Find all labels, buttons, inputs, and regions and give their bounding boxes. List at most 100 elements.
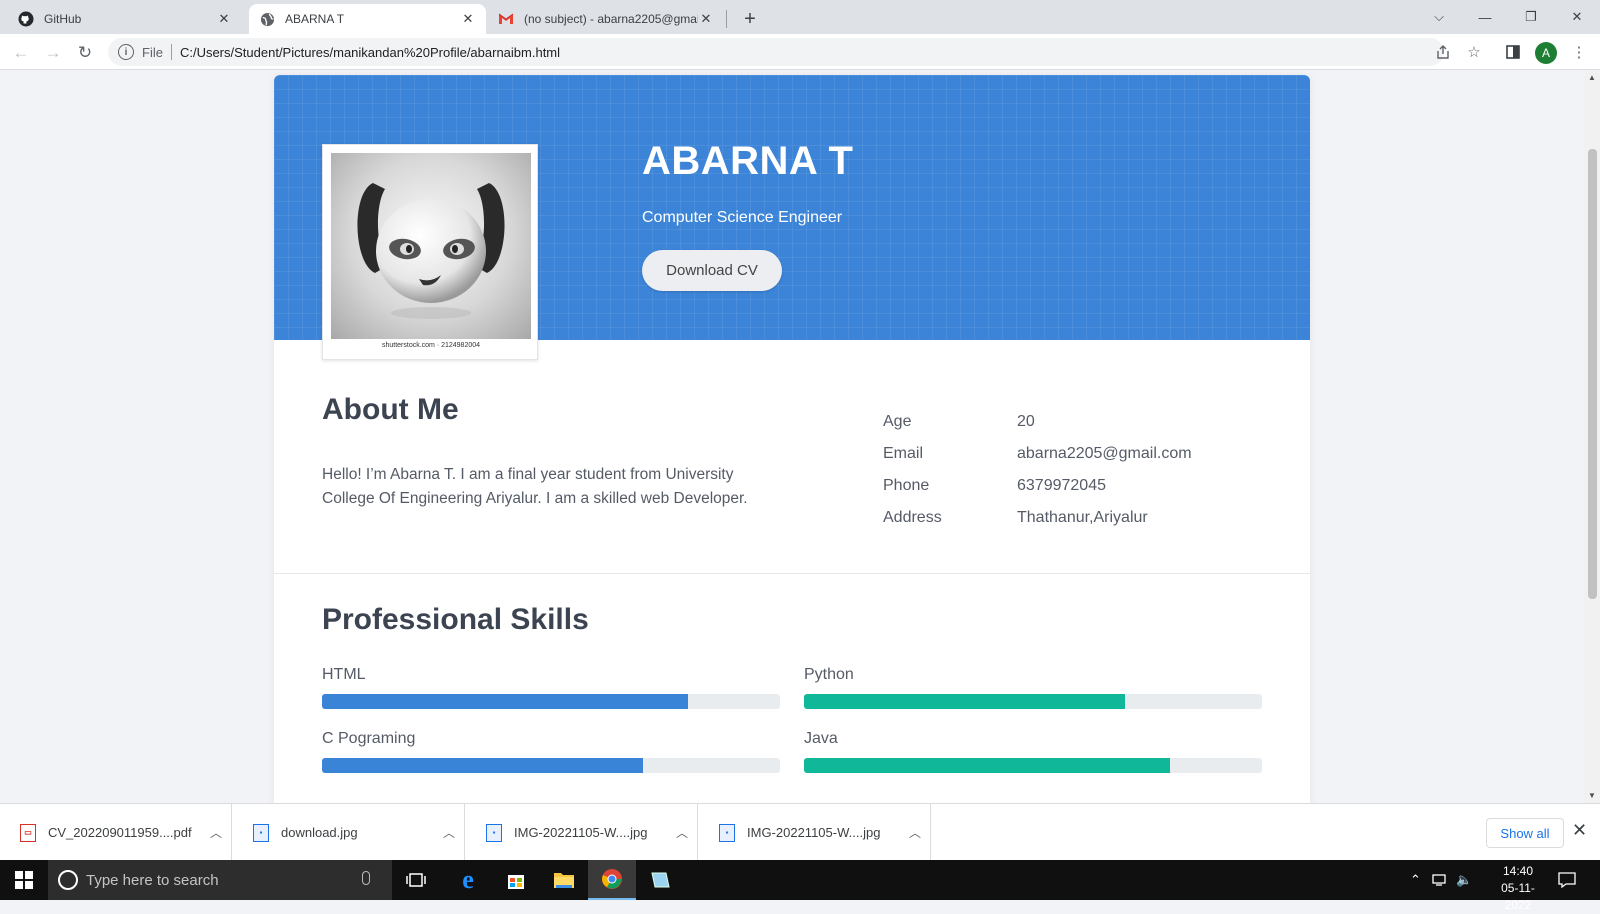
forward-arrow-icon[interactable]: → [40, 40, 66, 66]
download-cv-button[interactable]: Download CV [642, 250, 782, 291]
skill-java: Java [804, 730, 1262, 773]
page-scrollbar[interactable]: ▲ ▼ [1584, 71, 1600, 803]
close-icon[interactable]: ✕ [460, 11, 476, 27]
file-explorer-icon[interactable] [540, 860, 588, 900]
taskbar-search-placeholder: Type here to search [86, 871, 219, 889]
download-item[interactable]: ▭ CV_202209011959....pdf ︿ [0, 804, 232, 861]
tab-search-chevron-icon[interactable]: ⌵ [1416, 0, 1462, 34]
tab-gmail[interactable]: (no subject) - abarna2205@gmai ✕ [488, 4, 724, 34]
download-item[interactable]: ▪ IMG-20221105-W....jpg ︿ [699, 804, 931, 861]
download-filename: CV_202209011959....pdf [48, 825, 192, 840]
tab-abarna[interactable]: ABARNA T ✕ [249, 4, 486, 34]
github-icon [18, 11, 34, 27]
info-row-address: Address Thathanur,Ariyalur [883, 509, 1283, 541]
scrollbar-thumb[interactable] [1588, 149, 1597, 599]
page-viewport: ABARNA T Computer Science Engineer Downl… [0, 71, 1584, 803]
profile-photo: shutterstock.com · 2124982004 [322, 144, 538, 360]
globe-icon [259, 11, 275, 27]
url-text[interactable]: C:/Users/Student/Pictures/manikandan%20P… [180, 45, 560, 60]
show-all-button[interactable]: Show all [1486, 818, 1564, 848]
gmail-icon [498, 11, 514, 27]
notifications-icon[interactable] [1558, 860, 1576, 900]
skill-progress-fill [804, 758, 1171, 773]
scheme-label: File [142, 44, 163, 60]
chevron-up-icon[interactable]: ︿ [434, 824, 464, 841]
info-list: Age 20 Email abarna2205@gmail.com Phone … [883, 413, 1283, 541]
reload-icon[interactable]: ↻ [72, 40, 98, 66]
tab-label: GitHub [44, 12, 82, 26]
info-key: Email [883, 445, 924, 462]
new-tab-button[interactable]: + [737, 6, 763, 32]
info-value: 6379972045 [1017, 477, 1106, 494]
chevron-up-icon[interactable]: ︿ [900, 824, 930, 841]
windows-start-icon[interactable] [0, 860, 48, 900]
bookmark-star-icon[interactable]: ☆ [1464, 42, 1484, 62]
scroll-up-arrow-icon[interactable]: ▲ [1588, 73, 1596, 82]
download-item[interactable]: ▪ download.jpg ︿ [233, 804, 465, 861]
scroll-down-arrow-icon[interactable]: ▼ [1588, 791, 1596, 800]
info-row-email: Email abarna2205@gmail.com [883, 445, 1283, 477]
info-row-phone: Phone 6379972045 [883, 477, 1283, 509]
download-filename: download.jpg [281, 825, 358, 840]
info-row-age: Age 20 [883, 413, 1283, 445]
clock-date: 05-11-2022 [1501, 881, 1535, 912]
info-key: Address [883, 509, 942, 526]
tab-github[interactable]: GitHub ✕ [8, 4, 242, 34]
taskbar-search-box[interactable]: Type here to search [48, 860, 392, 900]
about-title: About Me [322, 393, 459, 426]
menu-kebab-icon[interactable]: ⋮ [1569, 42, 1589, 62]
profile-avatar[interactable]: A [1535, 42, 1557, 64]
skill-label: C Pograming [322, 730, 416, 747]
skill-label: HTML [322, 666, 366, 683]
chrome-icon[interactable] [588, 860, 636, 900]
download-filename: IMG-20221105-W....jpg [514, 825, 648, 840]
side-panel-icon[interactable] [1503, 42, 1523, 62]
notepad-app-icon[interactable] [636, 860, 684, 900]
skill-progress-bar [322, 694, 780, 709]
info-value: 20 [1017, 413, 1035, 430]
info-icon[interactable]: i [118, 44, 134, 60]
microphone-icon[interactable] [362, 871, 370, 885]
taskbar-clock[interactable]: 14:40 05-11-2022 [1488, 863, 1548, 914]
close-icon[interactable]: ✕ [216, 11, 232, 27]
back-arrow-icon[interactable]: ← [8, 40, 34, 66]
image-file-icon: ▪ [253, 823, 269, 842]
skill-python: Python [804, 666, 1262, 709]
skill-progress-fill [804, 694, 1125, 709]
photo-caption: shutterstock.com · 2124982004 [381, 342, 481, 349]
clock-time: 14:40 [1502, 864, 1534, 878]
tray-chevron-up-icon[interactable]: ⌃ [1410, 860, 1421, 900]
close-icon[interactable]: ✕ [698, 11, 714, 27]
address-bar[interactable]: i File C:/Users/Student/Pictures/manikan… [108, 38, 1444, 66]
network-icon[interactable] [1432, 860, 1448, 900]
microsoft-store-icon[interactable] [492, 860, 540, 900]
info-key: Age [883, 413, 912, 430]
download-item[interactable]: ▪ IMG-20221105-W....jpg ︿ [466, 804, 698, 861]
robot-avatar-image [331, 153, 531, 339]
chevron-up-icon[interactable]: ︿ [667, 824, 697, 841]
info-value: Thathanur,Ariyalur [1017, 509, 1148, 526]
image-file-icon: ▪ [486, 823, 502, 842]
skill-progress-bar [322, 758, 780, 773]
info-key: Phone [883, 477, 930, 494]
about-text: Hello! I’m Abarna T. I am a final year s… [322, 466, 748, 507]
skill-label: Java [804, 730, 838, 747]
restore-button[interactable]: ❐ [1508, 0, 1554, 34]
info-value: abarna2205@gmail.com [1017, 445, 1192, 462]
skills-title: Professional Skills [322, 603, 589, 636]
resume-card: ABARNA T Computer Science Engineer Downl… [274, 75, 1310, 803]
minimize-button[interactable]: — [1462, 0, 1508, 34]
share-icon[interactable] [1433, 42, 1453, 62]
close-window-button[interactable]: ✕ [1554, 0, 1600, 34]
task-view-icon[interactable] [392, 860, 440, 900]
tab-separator [726, 10, 727, 28]
download-filename: IMG-20221105-W....jpg [747, 825, 881, 840]
skill-progress-bar [804, 694, 1262, 709]
browser-toolbar: ← → ↻ i File C:/Users/Student/Pictures/m… [0, 34, 1600, 70]
edge-browser-icon[interactable]: e [444, 860, 492, 900]
profile-role: Computer Science Engineer [642, 209, 843, 226]
volume-icon[interactable]: 🔈 [1456, 860, 1472, 900]
cortana-circle-icon [58, 870, 78, 890]
chevron-up-icon[interactable]: ︿ [201, 824, 231, 841]
close-icon[interactable]: ✕ [1572, 820, 1587, 841]
